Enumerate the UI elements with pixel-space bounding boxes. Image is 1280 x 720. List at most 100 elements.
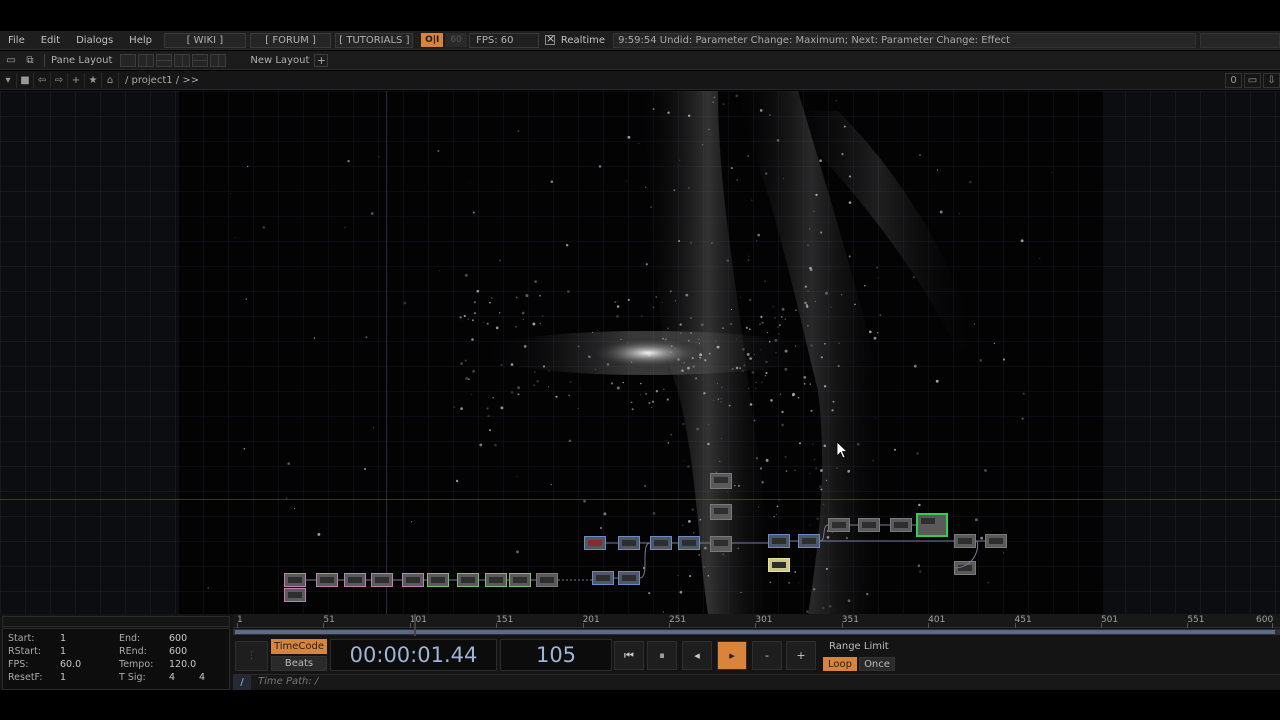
- operator-node[interactable]: [485, 573, 507, 587]
- stop-icon[interactable]: ■: [17, 72, 34, 88]
- download-arrow-icon[interactable]: ⇩: [1263, 73, 1280, 88]
- pause-icon[interactable]: ⏸: [647, 641, 677, 670]
- layout-split-vertical-button[interactable]: [138, 53, 155, 67]
- particle-dot: [542, 365, 546, 368]
- rend-value[interactable]: 600: [169, 646, 187, 657]
- timeline-range-fill[interactable]: [235, 630, 1275, 634]
- pane-window-icon[interactable]: ▭: [3, 53, 19, 67]
- operator-node[interactable]: [954, 561, 976, 575]
- add-layout-button[interactable]: +: [314, 53, 329, 67]
- tsig-numerator[interactable]: 4: [169, 672, 175, 683]
- operator-node[interactable]: [402, 573, 424, 587]
- particle-dot: [735, 94, 739, 98]
- beats-mode-button[interactable]: Beats: [271, 656, 327, 671]
- network-path[interactable]: / project1 / >>: [125, 75, 199, 86]
- once-button[interactable]: Once: [859, 657, 895, 671]
- menu-help[interactable]: Help: [121, 35, 160, 46]
- operator-node[interactable]: [509, 573, 531, 587]
- particle-dot: [644, 392, 648, 396]
- fps-value[interactable]: 60.0: [60, 659, 81, 670]
- particle-dot: [784, 318, 786, 321]
- operator-node[interactable]: [618, 536, 640, 550]
- realtime-checkbox[interactable]: [544, 32, 555, 45]
- resetf-value[interactable]: 1: [60, 672, 66, 683]
- particle-dot: [1020, 239, 1024, 243]
- maximize-icon[interactable]: ▭: [1244, 73, 1261, 88]
- start-value[interactable]: 1: [60, 633, 66, 644]
- menu-dialogs[interactable]: Dialogs: [68, 35, 121, 46]
- time-path-root-button[interactable]: /: [233, 675, 251, 690]
- perform-mode-toggle[interactable]: O|I: [421, 33, 444, 47]
- step-plus-button[interactable]: +: [786, 641, 816, 670]
- step-back-icon[interactable]: ◂: [682, 641, 712, 670]
- timecode-mode-button[interactable]: TimeCode: [271, 639, 327, 654]
- operator-node[interactable]: [284, 588, 306, 602]
- operator-node[interactable]: [828, 518, 850, 532]
- forward-arrow-icon[interactable]: ⇨: [51, 72, 68, 88]
- tutorials-button[interactable]: [ TUTORIALS ]: [335, 32, 414, 48]
- particle-dot: [717, 398, 719, 400]
- layout-four-pane-button[interactable]: [192, 53, 209, 67]
- operator-node[interactable]: [536, 573, 558, 587]
- layout-grid-button[interactable]: [210, 53, 227, 67]
- frame-display[interactable]: 105: [500, 639, 612, 671]
- playhead[interactable]: [414, 614, 416, 636]
- step-minus-button[interactable]: -: [752, 641, 782, 670]
- operator-node[interactable]: [371, 573, 393, 587]
- home-icon[interactable]: ⌂: [102, 72, 119, 88]
- operator-node[interactable]: [768, 558, 790, 572]
- operator-node[interactable]: [344, 573, 366, 587]
- operator-node[interactable]: [457, 573, 479, 587]
- operator-node[interactable]: [710, 536, 732, 552]
- operator-node[interactable]: [584, 536, 606, 550]
- pane-menu-icon[interactable]: ▾: [0, 72, 17, 88]
- rstart-value[interactable]: 1: [60, 646, 66, 657]
- play-icon[interactable]: ▸: [717, 641, 747, 670]
- timeline-range-bar[interactable]: [233, 629, 1280, 635]
- timeline-ruler[interactable]: 1 51 101 151 201 251 301 351 401 451 501 551 600: [233, 614, 1280, 628]
- particle-dot: [594, 368, 596, 371]
- operator-node[interactable]: [954, 534, 976, 548]
- tsig-denominator[interactable]: 4: [199, 672, 205, 683]
- add-icon[interactable]: +: [68, 72, 85, 88]
- fps-lock-button[interactable]: 60: [445, 33, 468, 47]
- operator-node[interactable]: [768, 534, 790, 548]
- operator-node[interactable]: [710, 473, 732, 489]
- layout-split-horizontal-button[interactable]: [156, 53, 173, 67]
- operator-node[interactable]: [316, 573, 338, 587]
- loop-button[interactable]: Loop: [823, 657, 857, 671]
- particle-dot: [438, 270, 440, 272]
- pane-split-icon[interactable]: ⧉: [22, 53, 38, 67]
- realtime-label: Realtime: [560, 34, 606, 46]
- menu-edit[interactable]: Edit: [33, 35, 68, 46]
- forum-button[interactable]: [ FORUM ]: [249, 32, 332, 48]
- wiki-button[interactable]: [ WIKI ]: [163, 32, 246, 48]
- bookmark-star-icon[interactable]: ★: [85, 72, 102, 88]
- operator-node[interactable]: [710, 504, 732, 520]
- timecode-display[interactable]: 00:00:01.44: [330, 639, 497, 671]
- operator-node[interactable]: [858, 518, 880, 532]
- operator-node[interactable]: [985, 534, 1007, 548]
- new-layout-tab[interactable]: New Layout: [250, 55, 309, 66]
- layout-three-pane-button[interactable]: [174, 53, 191, 67]
- operator-node[interactable]: [427, 573, 449, 587]
- operator-node[interactable]: [618, 571, 640, 585]
- selected-operator-node[interactable]: [916, 513, 948, 537]
- operator-node[interactable]: [678, 536, 700, 550]
- particle-dot: [467, 378, 470, 381]
- end-value[interactable]: 600: [169, 633, 187, 644]
- layout-single-button[interactable]: [120, 53, 137, 67]
- menu-file[interactable]: File: [0, 35, 33, 46]
- operator-node[interactable]: [650, 536, 672, 550]
- network-editor[interactable]: [0, 91, 1280, 614]
- rewind-to-start-icon[interactable]: ⏮: [614, 641, 644, 670]
- operator-node[interactable]: [592, 571, 614, 585]
- operator-node[interactable]: [890, 518, 912, 532]
- timeline-lock-icon[interactable]: ⋮: [235, 641, 268, 671]
- operator-node[interactable]: [284, 573, 306, 587]
- tempo-value[interactable]: 120.0: [169, 659, 196, 670]
- layout-bar: ▭ ⧉ Pane Layout New Layout +: [0, 51, 1280, 70]
- particle-dot: [795, 309, 797, 311]
- back-arrow-icon[interactable]: ⇦: [34, 72, 51, 88]
- operator-node[interactable]: [798, 534, 820, 548]
